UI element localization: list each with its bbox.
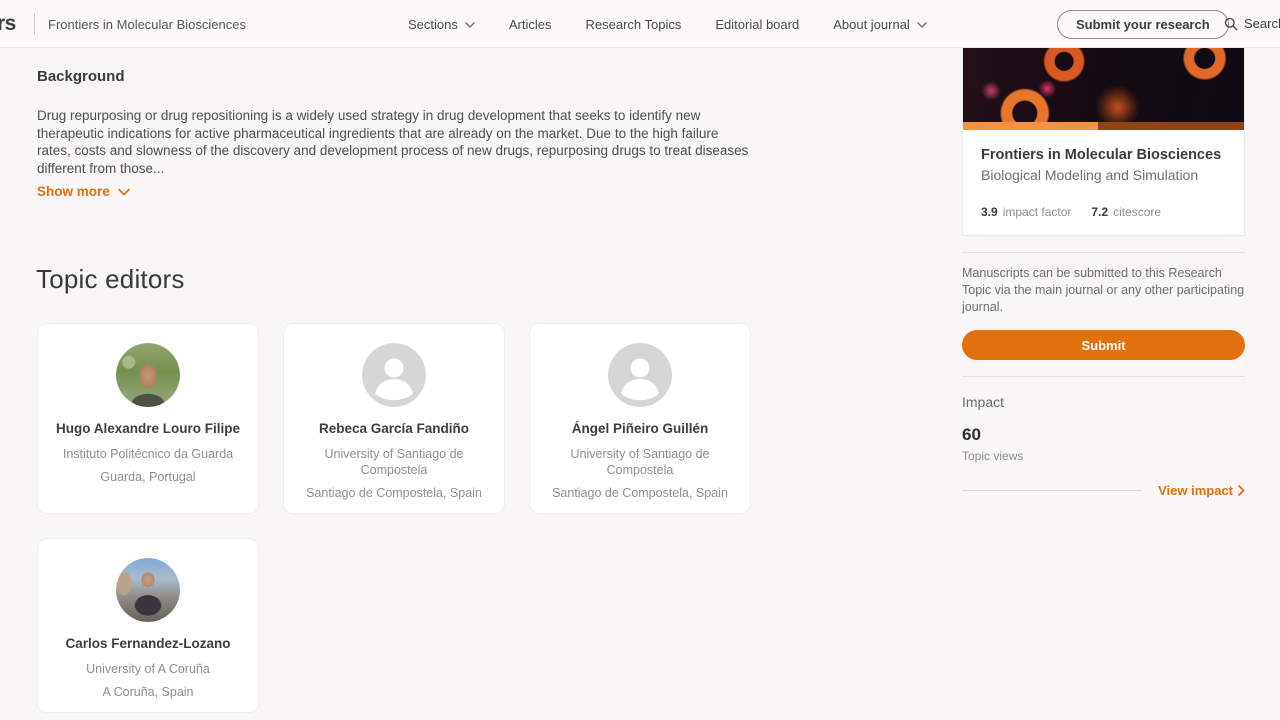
editor-name: Carlos Fernandez-Lozano xyxy=(65,636,231,651)
nav-item-label: Editorial board xyxy=(715,16,800,32)
submission-note: Manuscripts can be submitted to this Res… xyxy=(962,266,1245,314)
chevron-right-icon xyxy=(1238,485,1245,496)
editor-photo-image xyxy=(116,343,180,407)
sidebar: Frontiers in Molecular Biosciences Biolo… xyxy=(962,48,1245,498)
view-impact-label: View impact xyxy=(1158,483,1233,498)
journal-card[interactable]: Frontiers in Molecular Biosciences Biolo… xyxy=(962,48,1245,236)
editor-card[interactable]: Carlos Fernandez-Lozano University of A … xyxy=(37,538,259,713)
editor-location: Santiago de Compostela, Spain xyxy=(552,486,728,500)
nav-item-editorial-board[interactable]: Editorial board xyxy=(715,17,799,32)
submit-your-research-label: Submit your research xyxy=(1076,17,1210,32)
nav-item-label: Research Topics xyxy=(585,16,682,32)
citescore-label: citescore xyxy=(1113,205,1162,219)
submit-button[interactable]: Submit xyxy=(962,330,1245,360)
top-navigation-bar: rs Frontiers in Molecular Biosciences Se… xyxy=(0,0,1280,48)
journal-info: Frontiers in Molecular Biosciences Biolo… xyxy=(963,130,1244,235)
view-impact-row: View impact xyxy=(962,483,1245,498)
editor-card[interactable]: Ángel Piñeiro Guillén University of Sant… xyxy=(529,323,751,514)
journal-metrics: 3.9 impact factor 7.2 citescore xyxy=(981,205,1226,219)
editor-location: Santiago de Compostela, Spain xyxy=(306,486,482,500)
person-placeholder-icon xyxy=(608,343,672,407)
main-nav: Sections Articles Research Topics Editor… xyxy=(408,0,927,48)
editor-photo xyxy=(116,558,180,622)
editor-affiliation: Instituto Politécnico da Guarda xyxy=(62,447,234,461)
editor-card[interactable]: Hugo Alexandre Louro Filipe Instituto Po… xyxy=(37,323,259,514)
impact-factor-metric: 3.9 impact factor xyxy=(981,205,1071,219)
nav-item-label: Sections xyxy=(408,16,458,32)
chevron-down-icon xyxy=(917,21,927,28)
editor-photo-image xyxy=(116,558,180,622)
citescore-metric: 7.2 citescore xyxy=(1091,205,1161,219)
impact-factor-label: impact factor xyxy=(1002,205,1072,219)
editor-affiliation: University of A Coruña xyxy=(86,662,210,676)
editor-name: Ángel Piñeiro Guillén xyxy=(571,421,709,436)
person-placeholder-icon xyxy=(362,343,426,407)
topic-editors-title: Topic editors xyxy=(36,264,185,294)
view-impact-divider xyxy=(962,490,1143,491)
impact-factor-value: 3.9 xyxy=(981,205,998,219)
nav-item-label: About journal xyxy=(833,16,910,32)
impact-section-title: Impact xyxy=(962,394,1005,410)
journal-card-title: Frontiers in Molecular Biosciences xyxy=(981,147,1222,163)
search-button[interactable]: Search xyxy=(1224,16,1280,31)
show-more-label: Show more xyxy=(37,184,110,199)
journal-cover-image xyxy=(963,48,1244,122)
chevron-down-icon xyxy=(117,188,130,195)
background-section-text: Drug repurposing or drug repositioning i… xyxy=(37,108,749,176)
submit-your-research-button[interactable]: Submit your research xyxy=(1057,10,1229,39)
sidebar-divider xyxy=(962,252,1245,253)
topic-views-value: 60 xyxy=(962,425,981,444)
search-label: Search xyxy=(1244,16,1280,31)
show-more-link[interactable]: Show more xyxy=(37,184,130,199)
view-impact-link[interactable]: View impact xyxy=(1158,483,1245,498)
submit-button-label: Submit xyxy=(1081,337,1126,353)
editor-name: Rebeca García Fandiño xyxy=(318,421,470,436)
nav-item-sections[interactable]: Sections xyxy=(408,17,475,32)
editor-location: Guarda, Portugal xyxy=(100,470,196,484)
editor-affiliation: University of Santiago de Compostela xyxy=(324,447,464,477)
sidebar-divider xyxy=(962,376,1245,377)
citescore-value: 7.2 xyxy=(1091,205,1109,219)
topic-editors-grid: Hugo Alexandre Louro Filipe Instituto Po… xyxy=(37,323,777,713)
journal-name-link[interactable]: Frontiers in Molecular Biosciences xyxy=(48,17,246,32)
background-section-title: Background xyxy=(37,68,125,85)
editor-name: Hugo Alexandre Louro Filipe xyxy=(55,421,240,436)
search-icon xyxy=(1224,17,1238,30)
nav-item-label: Articles xyxy=(508,16,552,32)
frontiers-logo[interactable]: rs xyxy=(0,12,16,36)
chevron-down-icon xyxy=(465,21,475,28)
editor-location: A Coruña, Spain xyxy=(102,685,194,699)
journal-card-subtitle: Biological Modeling and Simulation xyxy=(981,167,1199,183)
header-divider xyxy=(34,13,35,35)
journal-cover-color-bar xyxy=(963,122,1244,130)
editor-affiliation: University of Santiago de Compostela xyxy=(570,447,710,477)
nav-item-articles[interactable]: Articles xyxy=(509,17,552,32)
editor-card[interactable]: Rebeca García Fandiño University of Sant… xyxy=(283,323,505,514)
nav-item-about-journal[interactable]: About journal xyxy=(833,17,927,32)
editor-photo xyxy=(116,343,180,407)
nav-item-research-topics[interactable]: Research Topics xyxy=(586,17,682,32)
topic-views-label: Topic views xyxy=(962,449,1024,463)
